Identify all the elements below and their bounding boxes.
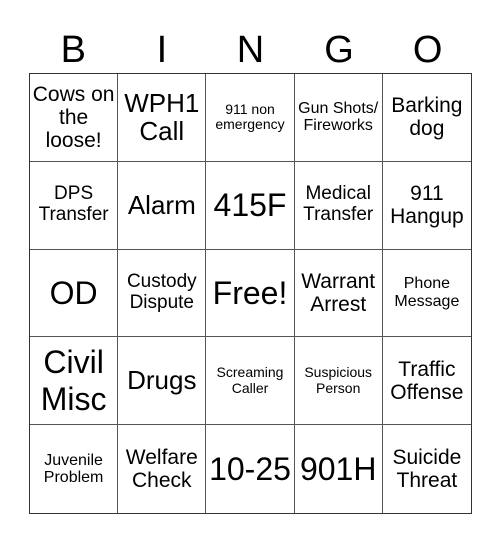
- header-letter-o: O: [412, 29, 443, 71]
- bingo-cell[interactable]: Drugs: [118, 337, 207, 426]
- bingo-cell[interactable]: Welfare Check: [118, 425, 207, 513]
- bingo-cell[interactable]: Suicide Threat: [383, 425, 471, 513]
- bingo-cell[interactable]: Warrant Arrest: [294, 249, 383, 338]
- bingo-cell[interactable]: Phone Message: [382, 250, 471, 338]
- bingo-cell[interactable]: Traffic Offense: [382, 337, 471, 426]
- bingo-cell[interactable]: Civil Misc: [30, 337, 119, 426]
- bingo-cell[interactable]: 10-25: [206, 425, 295, 513]
- bingo-cell[interactable]: Suspicious Person: [294, 337, 383, 426]
- bingo-cell[interactable]: Juvenile Problem: [30, 425, 119, 513]
- bingo-cell[interactable]: Gun Shots/ Fireworks: [294, 74, 383, 162]
- bingo-cell[interactable]: Screaming Caller: [206, 337, 295, 426]
- bingo-cell[interactable]: DPS Transfer: [30, 161, 119, 250]
- bingo-cell[interactable]: 415F: [206, 161, 295, 250]
- bingo-cell[interactable]: Medical Transfer: [294, 161, 383, 250]
- bingo-cell[interactable]: 911 non emergency: [206, 74, 295, 162]
- bingo-cell[interactable]: 911 Hangup: [382, 162, 471, 250]
- bingo-cell[interactable]: WPH1 Call: [118, 74, 207, 162]
- bingo-cell[interactable]: Custody Dispute: [118, 249, 207, 338]
- bingo-header: B I N G O: [29, 28, 472, 72]
- bingo-cell[interactable]: Alarm: [118, 161, 207, 250]
- bingo-cell-free[interactable]: Free!: [206, 249, 295, 338]
- bingo-board: Cows on the loose! WPH1 Call 911 non eme…: [29, 73, 472, 514]
- header-letter-b: B: [60, 29, 86, 71]
- bingo-cell[interactable]: Barking dog: [382, 74, 471, 162]
- header-letter-g: G: [324, 29, 354, 71]
- header-letter-n: N: [236, 29, 265, 71]
- bingo-cell[interactable]: 901H: [295, 425, 383, 513]
- bingo-cell[interactable]: OD: [30, 249, 119, 338]
- bingo-cell[interactable]: Cows on the loose!: [30, 74, 119, 162]
- header-letter-i: I: [156, 29, 168, 71]
